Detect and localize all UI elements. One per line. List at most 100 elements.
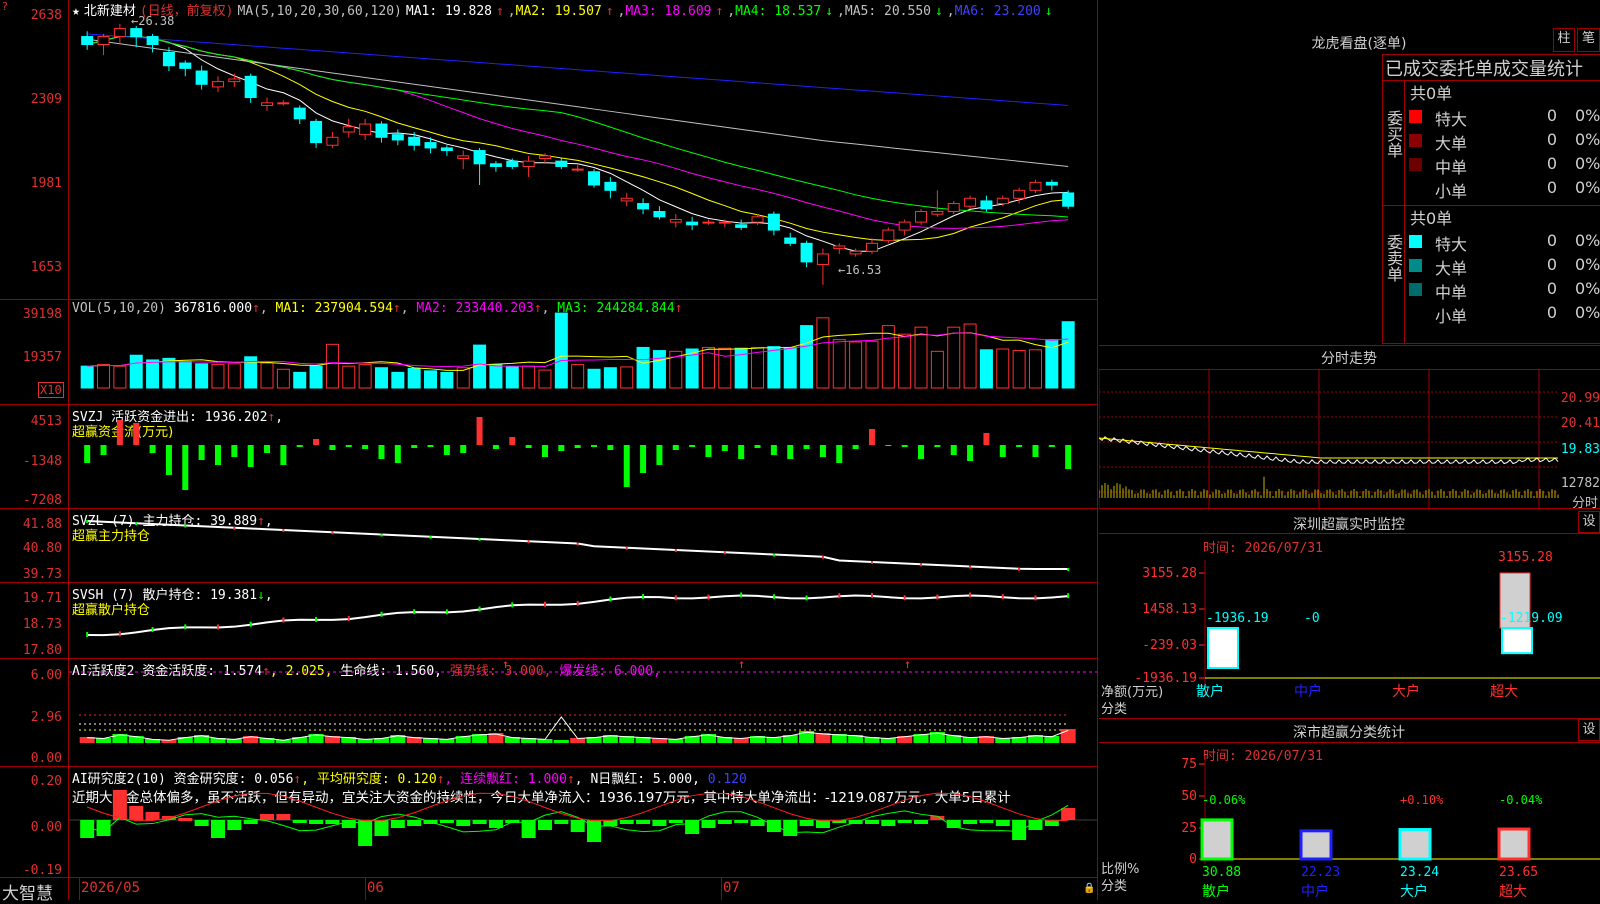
flow-bar [885,445,892,446]
buy-total: 共0单 [1410,84,1453,103]
volume-bar [227,363,241,389]
monitor-y-tick: -239.03 [1142,638,1197,653]
buy-side-label: 委买单 [1384,110,1403,158]
candle [522,160,535,167]
order-type-label: 特大 [1435,235,1468,254]
ai1-y-tick: 6.00 [30,668,62,683]
position-dot [527,540,530,544]
flow-bar [280,445,287,465]
position-dot [625,546,628,550]
candle [947,203,960,213]
candle [931,211,944,215]
retail-position-chart[interactable] [69,583,1097,658]
class-ratio: 30.88 [1202,865,1241,880]
monitor-category: 超大 [1490,684,1518,700]
research-bar [194,820,209,826]
kline-header: ★ 北新建材 (日线，前复权) MA(5,10,20,30,60,120) MA1: 1… [72,4,1053,19]
classstat-settings-button[interactable]: 设 [1578,719,1600,741]
research-bar [636,820,651,824]
monitor-bar [1207,627,1239,669]
research-bar [783,820,798,836]
flow-bar [378,445,385,459]
flow-bar [476,417,483,445]
column-toggle-button[interactable]: 柱 [1553,28,1575,52]
flow-bar [329,445,336,450]
volume-bar [195,363,209,389]
research-bar [1012,820,1027,840]
research-bar [979,820,994,823]
order-type-label: 中单 [1435,283,1468,302]
kline-y-axis: 2638 2309 1981 1653 ? [0,0,68,299]
main-chart-area[interactable]: ★ 北新建材 (日线，前复权) MA(5,10,20,30,60,120) MA1: 1… [0,0,1098,904]
class-ratio-chart[interactable]: 75 50 25 0 30.88 散户 -0.06% 22.23 中户 23.24 大户 +0.10%… [1099,756,1600,900]
research-bar [963,820,978,824]
svzj-y-tick: 4513 [30,414,62,429]
sell-side-label: 委卖单 [1384,234,1403,282]
flow-bar [394,445,401,463]
research-bar [914,820,929,824]
order-type-label: 大单 [1435,259,1468,278]
order-row: 小单 0 0% [1405,301,1600,326]
retail-dot [674,595,677,601]
candle [375,123,388,138]
volume-bar [342,365,356,389]
ai1-y-tick: 0.00 [30,751,62,766]
retail-dot [445,609,448,615]
volume-bar [1028,349,1042,389]
volume-bar [947,326,961,389]
main-position-chart[interactable] [69,509,1097,582]
retail-dot [1001,594,1004,600]
order-color-swatch [1409,134,1422,147]
research-bar [276,814,291,820]
volume-bar [178,360,192,389]
retail-dot [478,606,481,612]
order-type-label: 中单 [1435,158,1468,177]
lock-icon[interactable]: 🔒 [1083,883,1095,894]
stroke-toggle-button[interactable]: 笔 [1577,28,1600,52]
intraday-chart[interactable] [1099,370,1600,508]
stock-title: 北新建材 [83,4,136,19]
order-count: 0 [1546,178,1557,197]
flow-bar [787,445,794,459]
ma6-value: MA6: 23.200 [954,4,1041,19]
kline-y-tick: 1981 [30,176,62,191]
candle [849,250,862,255]
monitor-value: -1219.09 [1500,611,1563,626]
svsh-y-tick: 17.80 [22,643,62,658]
candle [310,120,323,144]
candle [964,197,977,207]
question-icon[interactable]: ? [2,0,8,13]
volume-bar [800,325,814,389]
x-axis: 2026/05 06 07 🔒 [69,878,1097,900]
candlestick-chart[interactable] [69,18,1097,299]
retail-dot [642,593,645,599]
x-label: 07 [723,880,740,896]
research-bar [570,820,585,832]
ma4-value: MA4: 18.537 [735,4,822,19]
monitor-settings-button[interactable]: 设 [1578,511,1600,533]
research-chart[interactable] [69,767,1097,877]
activity-chart[interactable]: ↑ ↑ ↑ [69,659,1097,766]
x-label: 06 [367,880,384,896]
candle [653,211,666,218]
position-dot [772,553,775,557]
ma60-line [87,38,1069,167]
net-amount-chart[interactable]: 3155.281458.13-239.03-1936.19-1936.19散户-… [1099,550,1600,718]
candle [555,160,568,167]
volume-bar [767,346,781,389]
volume-bar [309,365,323,389]
order-type-label: 特大 [1435,110,1468,129]
candle [1013,189,1026,199]
volume-chart[interactable] [69,300,1097,404]
kline-y-tick: 2638 [30,8,62,23]
capital-flow-chart[interactable] [69,405,1097,508]
candle [277,102,290,105]
position-dot [1067,568,1070,571]
order-row: 特大 0 0% [1405,229,1600,254]
candle [784,237,797,244]
candle [588,171,601,186]
research-bar [472,820,487,824]
ma120-line [87,33,1069,106]
monitor-bar [1501,627,1533,655]
candle [293,107,306,120]
